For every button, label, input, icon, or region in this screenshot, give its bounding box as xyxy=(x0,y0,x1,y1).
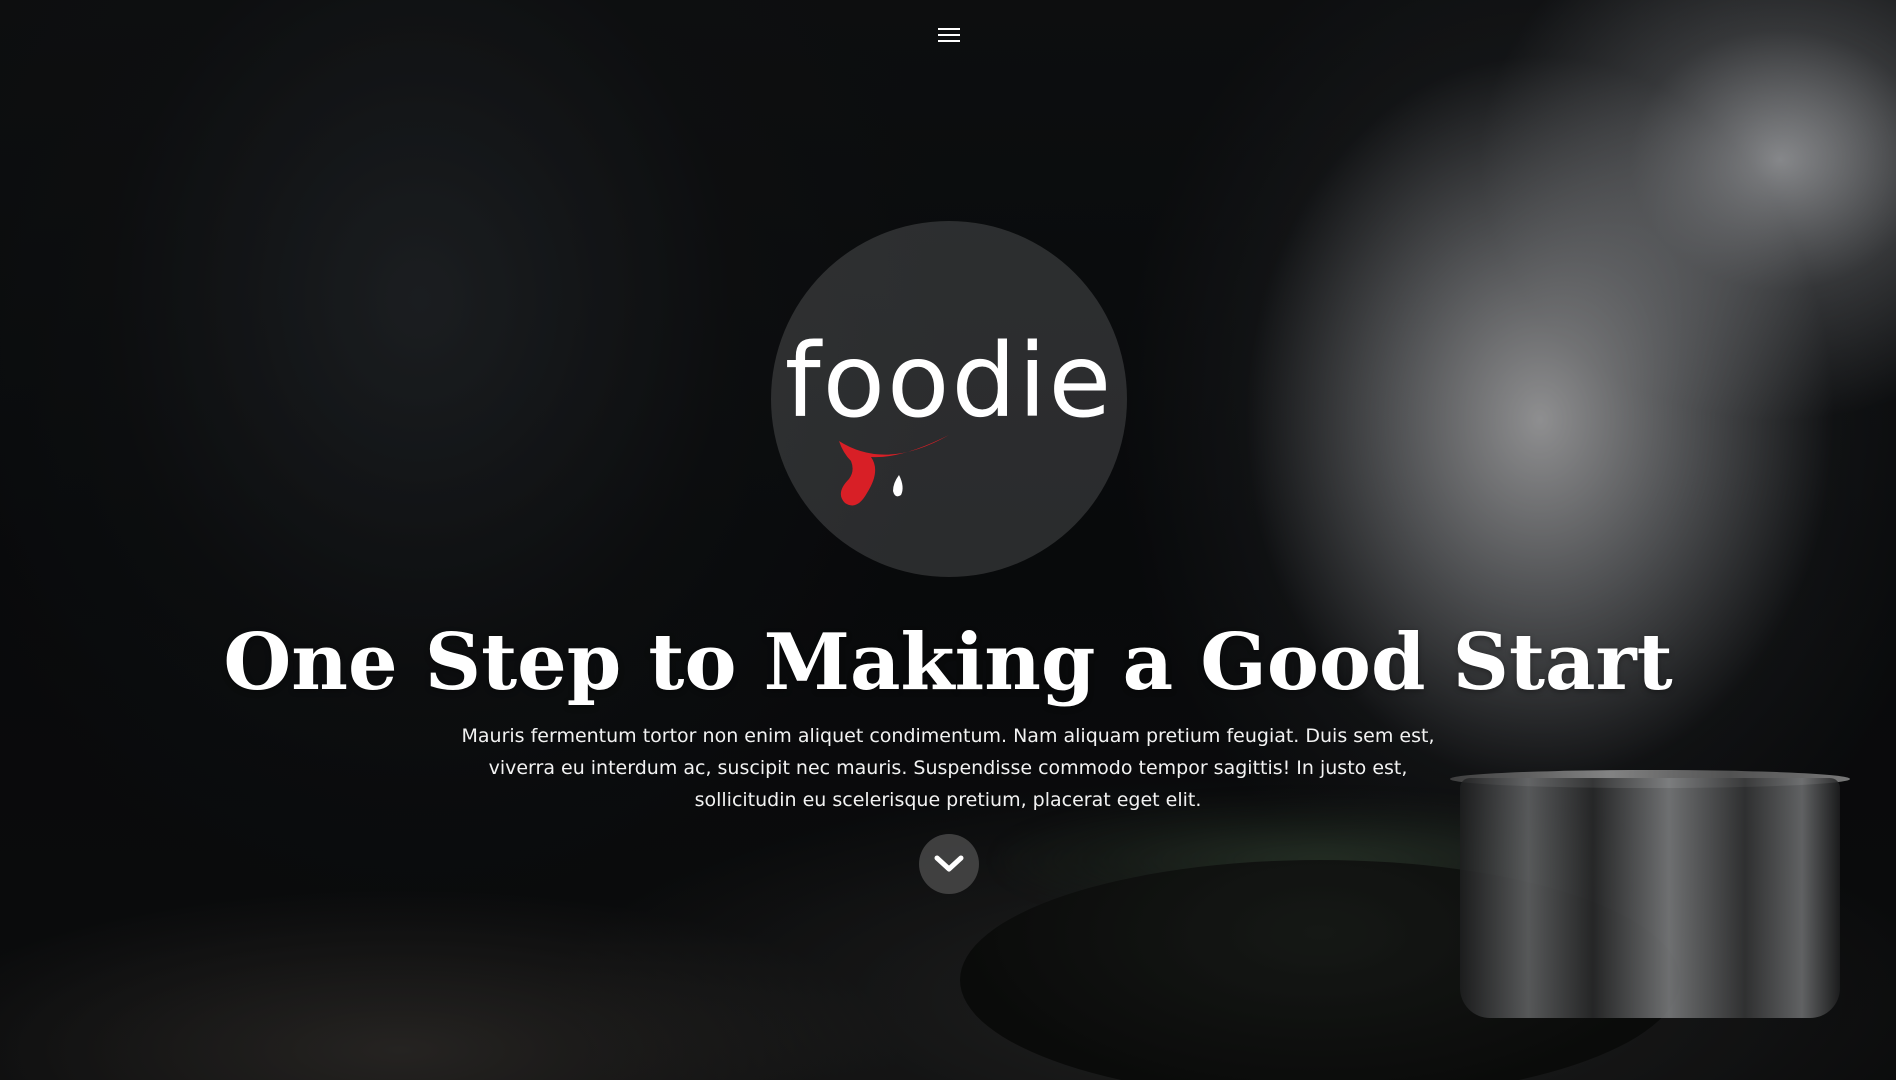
hero-description: Mauris fermentum tortor non enim aliquet… xyxy=(461,725,1435,811)
scroll-down-button[interactable] xyxy=(919,834,979,894)
hero-headline: One Step to Making a Good Start xyxy=(223,617,1673,708)
menu-bar xyxy=(938,28,960,30)
logo-wordmark: foodie xyxy=(784,322,1114,441)
menu-bar xyxy=(938,40,960,42)
menu-bar xyxy=(938,34,960,36)
hamburger-menu-icon[interactable] xyxy=(936,24,962,46)
hero-section: foodie One Step to Making a Good Start M… xyxy=(0,0,1896,1080)
chevron-down-icon xyxy=(934,855,964,872)
site-logo[interactable]: foodie xyxy=(771,221,1127,577)
logo-tongue-icon xyxy=(839,435,949,506)
